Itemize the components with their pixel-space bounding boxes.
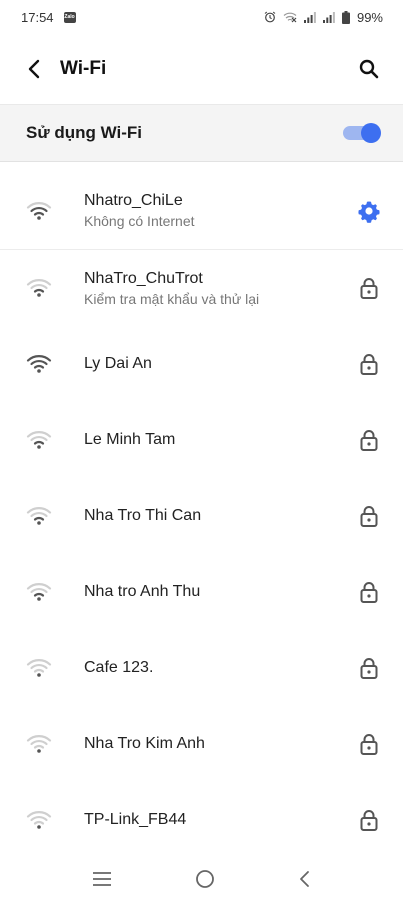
alarm-icon: [264, 11, 276, 23]
app-bar: Wi-Fi: [0, 34, 403, 104]
lock-icon: [360, 734, 378, 755]
network-name: TP-Link_FB44: [84, 811, 187, 828]
network-item[interactable]: Nha tro Anh Thu: [0, 554, 403, 630]
toggle-thumb: [361, 123, 381, 143]
lock-icon: [360, 810, 378, 831]
lock-icon: [360, 430, 378, 451]
status-time: 17:54: [21, 9, 54, 25]
wifi-signal-icon: [26, 431, 52, 449]
wifi-toggle-switch[interactable]: [343, 123, 381, 143]
network-text: Nha Tro Kim Anh: [84, 735, 357, 753]
home-icon[interactable]: [195, 869, 215, 889]
network-text: Cafe 123.: [84, 659, 357, 677]
status-bar: 17:54 Zalo 99%: [0, 0, 403, 34]
navigation-bar: [0, 858, 403, 900]
network-name: Nha Tro Kim Anh: [84, 735, 205, 752]
wifi-signal-icon: [26, 583, 52, 601]
wifi-signal-icon: [26, 355, 52, 373]
zalo-icon: Zalo: [63, 11, 76, 23]
back-arrow-icon[interactable]: [26, 59, 44, 79]
network-text: TP-Link_FB44: [84, 811, 357, 829]
network-item[interactable]: Nhatro_ChiLe Không có Internet: [0, 172, 403, 250]
network-item[interactable]: Le Minh Tam: [0, 402, 403, 478]
lock-icon: [360, 658, 378, 679]
wifi-toggle-row[interactable]: Sử dụng Wi-Fi: [0, 104, 403, 162]
back-icon[interactable]: [298, 870, 312, 888]
wifi-signal-icon: [26, 507, 52, 525]
network-status: Không có Internet: [84, 213, 195, 229]
wifi-signal-icon: [26, 279, 52, 297]
network-name: Nhatro_ChiLe: [84, 192, 183, 209]
wifi-signal-icon: [26, 811, 52, 829]
network-text: Nha tro Anh Thu: [84, 583, 357, 601]
battery-icon: [341, 10, 350, 24]
lock-icon: [360, 278, 378, 299]
network-text: Nha Tro Thi Can: [84, 507, 357, 525]
menu-icon[interactable]: [92, 871, 112, 887]
network-name: Nha tro Anh Thu: [84, 583, 201, 600]
network-item[interactable]: Nha Tro Thi Can: [0, 478, 403, 554]
gear-icon[interactable]: [357, 199, 381, 223]
battery-level: 99%: [356, 9, 383, 25]
network-text: Le Minh Tam: [84, 431, 357, 449]
wifi-signal-icon: [26, 201, 52, 220]
lock-icon: [360, 582, 378, 603]
lock-icon: [360, 506, 378, 527]
lock-icon: [360, 354, 378, 375]
network-name: Le Minh Tam: [84, 431, 176, 448]
status-left: 17:54 Zalo: [21, 10, 76, 25]
network-name: Nha Tro Thi Can: [84, 507, 202, 524]
network-name: Ly Dai An: [84, 355, 152, 372]
wifi-toggle-label: Sử dụng Wi-Fi: [26, 123, 143, 142]
network-item[interactable]: Ly Dai An: [0, 326, 403, 402]
network-name: NhaTro_ChuTrot: [84, 269, 203, 287]
network-item[interactable]: Nha Tro Kim Anh: [0, 706, 403, 782]
search-icon[interactable]: [359, 59, 379, 79]
signal-icon: [303, 11, 316, 23]
network-list: Nhatro_ChiLe Không có Internet NhaTro_ChuT…: [0, 172, 403, 858]
network-name: Cafe 123.: [84, 659, 154, 676]
page-title: Wi-Fi: [60, 58, 107, 79]
signal-icon: [322, 11, 335, 23]
wifi-signal-icon: [26, 735, 52, 753]
network-text: Nhatro_ChiLe Không có Internet: [84, 192, 357, 229]
status-right: 99%: [264, 10, 383, 25]
app-bar-left: Wi-Fi: [26, 58, 106, 80]
network-item[interactable]: Cafe 123.: [0, 630, 403, 706]
network-item[interactable]: TP-Link_FB44: [0, 782, 403, 858]
wifi-signal-icon: [26, 659, 52, 677]
network-item[interactable]: NhaTro_ChuTrot Kiểm tra mật khẩu và thử l…: [0, 250, 403, 326]
wifi-off-icon: [283, 12, 297, 23]
network-text: NhaTro_ChuTrot Kiểm tra mật khẩu và thử l…: [84, 270, 357, 307]
network-status: Kiểm tra mật khẩu và thử lại: [84, 290, 260, 307]
network-text: Ly Dai An: [84, 355, 357, 373]
